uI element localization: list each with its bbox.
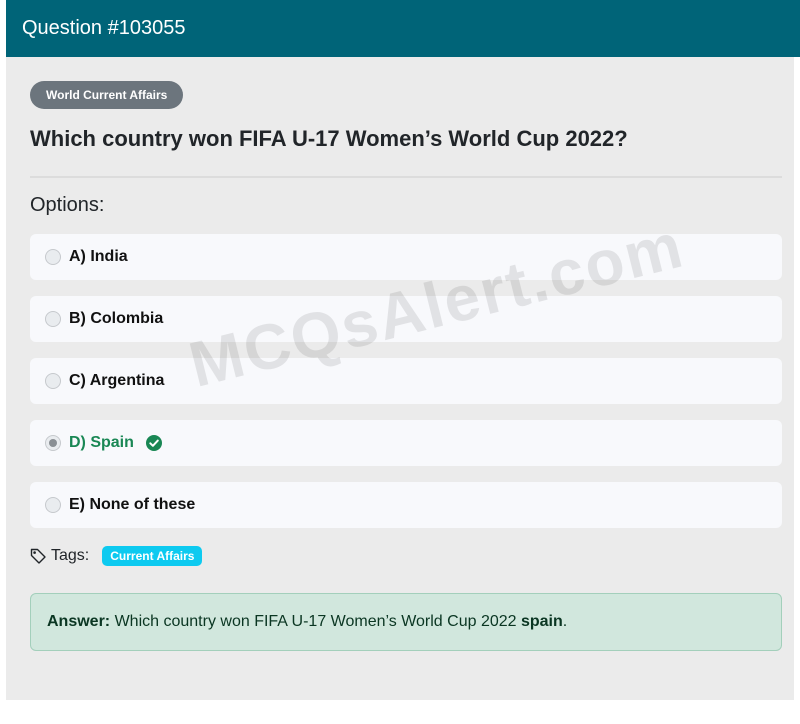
options-heading: Options: (30, 194, 105, 216)
option-d-radio[interactable] (45, 435, 61, 451)
question-number: Question #103055 (22, 17, 186, 39)
option-a[interactable]: A) India (30, 234, 782, 280)
tags-label: Tags: (51, 547, 90, 564)
check-circle-icon (145, 435, 162, 451)
question-title: Which country won FIFA U-17 Women’s Worl… (30, 126, 628, 151)
option-a-radio[interactable] (45, 249, 61, 265)
option-b-label: B) Colombia (69, 310, 164, 327)
option-d-label: D) Spain (69, 434, 134, 451)
option-d[interactable]: D) Spain (30, 420, 782, 466)
option-e-radio[interactable] (45, 497, 61, 513)
option-b[interactable]: B) Colombia (30, 296, 782, 342)
divider (30, 176, 782, 178)
question-card: Question #103055 World Current Affairs W… (0, 0, 800, 700)
option-e-label: E) None of these (69, 496, 196, 513)
answer-text: Which country won FIFA U-17 Women’s Worl… (114, 613, 517, 630)
tag-current-affairs[interactable]: Current Affairs (102, 546, 203, 566)
option-c[interactable]: C) Argentina (30, 358, 782, 404)
answer-value: spain (520, 613, 563, 630)
option-c-label: C) Argentina (69, 372, 165, 389)
tags-row: Tags: Current Affairs (30, 544, 203, 568)
option-e[interactable]: E) None of these (30, 482, 782, 528)
answer-suffix: . (562, 613, 568, 630)
answer-prefix: Answer: (47, 613, 111, 630)
question-header: Question #103055 (6, 0, 800, 57)
option-b-radio[interactable] (45, 311, 61, 327)
category-badge[interactable]: World Current Affairs (30, 81, 184, 109)
option-c-radio[interactable] (45, 373, 61, 389)
answer-box: Answer: Which country won FIFA U-17 Wome… (30, 593, 782, 651)
tag-icon (30, 548, 47, 565)
option-a-label: A) India (69, 248, 128, 265)
